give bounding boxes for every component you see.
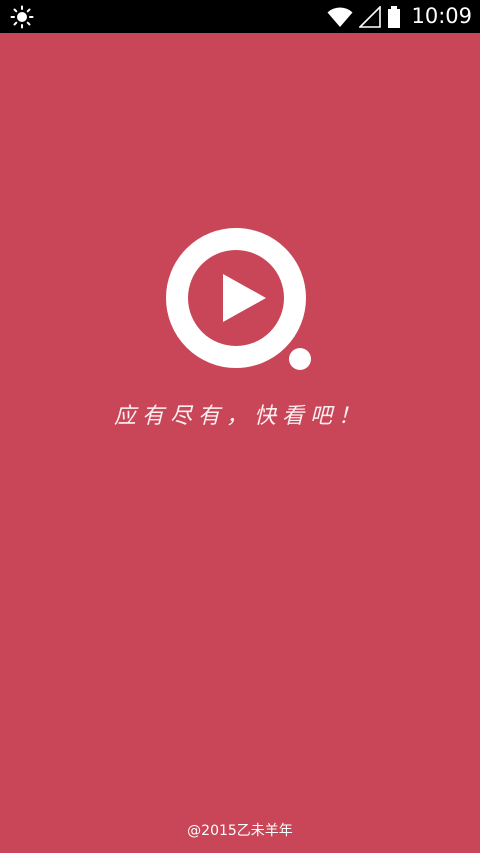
wifi-icon (327, 6, 353, 27)
status-bar: 10:09 (0, 0, 480, 33)
copyright-footer: @2015乙未羊年 (187, 823, 293, 839)
status-time: 10:09 (411, 4, 472, 28)
splash-screen: 10:09 应有尽有，快看吧！ @2015乙未羊年 (0, 0, 480, 853)
signal-icon (359, 5, 382, 28)
slogan-text: 应有尽有，快看吧！ (113, 404, 366, 429)
battery-icon (388, 5, 401, 28)
brightness-icon (10, 5, 34, 29)
status-indicators: 10:09 (327, 0, 472, 33)
play-logo-icon (166, 228, 311, 370)
